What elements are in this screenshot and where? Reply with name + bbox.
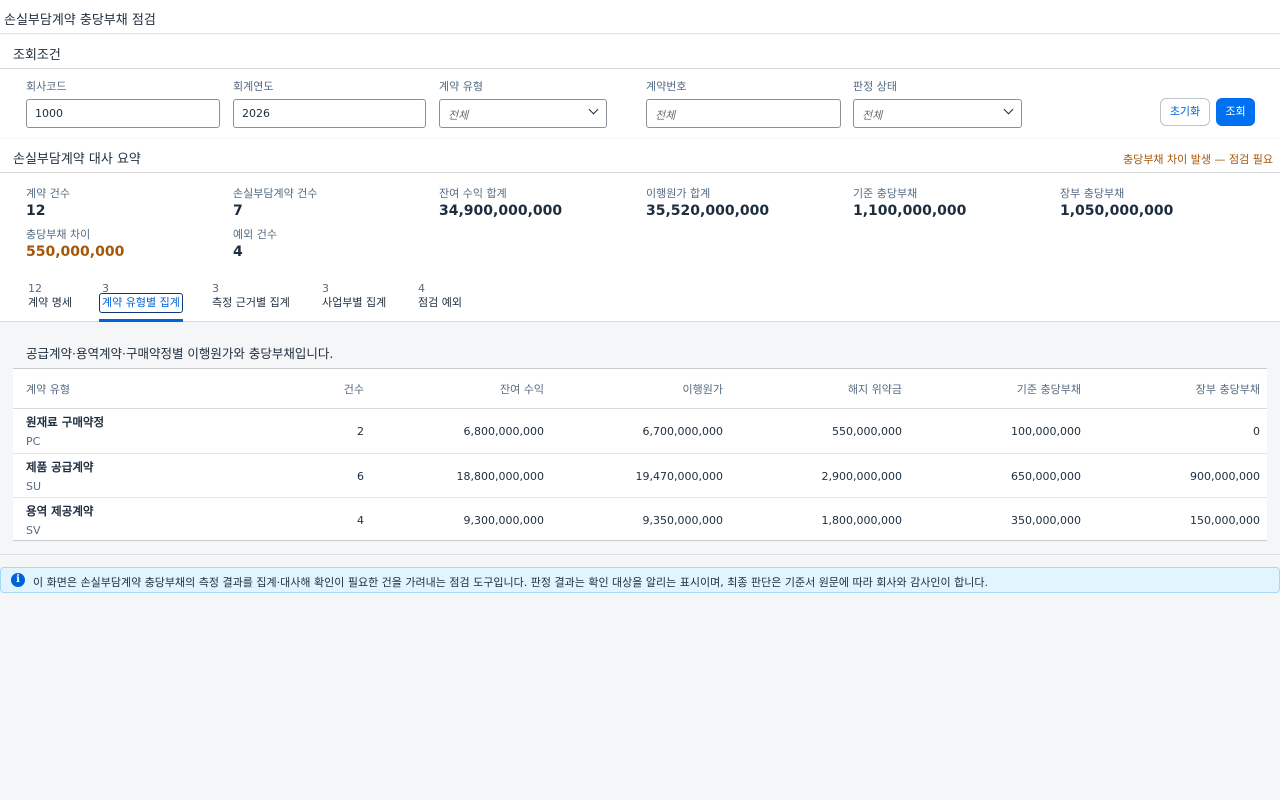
kpi-value-contract-count: 12 — [26, 203, 46, 219]
cell-count: 2 — [357, 425, 364, 438]
contract-type-value: 전체 — [448, 109, 469, 122]
tab-description: 공급계약·용역계약·구매약정별 이행원가와 충당부채입니다. — [26, 346, 334, 361]
filter-title: 조회조건 — [13, 48, 61, 63]
filter-panel: 조회조건 회사코드 1000 회계연도 2026 계약 유형 전체 계약번호 전… — [0, 35, 1280, 138]
cell-cost: 19,470,000,000 — [635, 470, 723, 483]
section-divider — [0, 554, 1280, 555]
kpi-label-fulfilment-cost: 이행원가 합계 — [646, 187, 711, 200]
row-type-name: 용역 제공계약 — [26, 504, 94, 518]
column-header-std-provision: 기준 충당부채 — [1016, 383, 1081, 396]
cell-book-provision: 0 — [1253, 425, 1260, 438]
tab-by-contract-type[interactable]: 3 계약 유형별 집계 — [99, 282, 183, 322]
row-type-code: PC — [26, 435, 41, 448]
kpi-value-remaining-revenue: 34,900,000,000 — [439, 203, 563, 219]
cell-std-provision: 650,000,000 — [1011, 470, 1081, 483]
kpi-value-fulfilment-cost: 35,520,000,000 — [646, 203, 770, 219]
cell-penalty: 2,900,000,000 — [821, 470, 902, 483]
table-row[interactable]: 제품 공급계약 SU 6 18,800,000,000 19,470,000,0… — [13, 453, 1267, 497]
contract-type-select[interactable]: 전체 — [439, 99, 607, 128]
chevron-down-icon — [1003, 104, 1014, 115]
cell-book-provision: 900,000,000 — [1190, 470, 1260, 483]
chevron-down-icon — [588, 104, 599, 115]
tab-count: 3 — [212, 282, 219, 295]
judgment-status-value: 전체 — [862, 109, 883, 122]
kpi-value-onerous-count: 7 — [233, 203, 243, 219]
contract-no-input[interactable]: 전체 — [646, 99, 841, 128]
tab-exceptions[interactable]: 4 점검 예외 — [418, 282, 462, 311]
reset-button[interactable]: 초기화 — [1160, 98, 1210, 126]
info-message-text: 이 화면은 손실부담계약 충당부채의 측정 결과를 집계·대사해 확인이 필요한… — [33, 576, 988, 589]
cell-cost: 9,350,000,000 — [642, 514, 723, 527]
company-code-input[interactable]: 1000 — [26, 99, 220, 128]
kpi-value-standard-provision: 1,100,000,000 — [853, 203, 967, 219]
column-header-cost: 이행원가 — [682, 383, 723, 396]
judgment-status-label: 판정 상태 — [853, 80, 897, 93]
summary-title: 손실부담계약 대사 요약 — [13, 152, 141, 167]
tab-contract-detail[interactable]: 12 계약 명세 — [28, 282, 72, 311]
summary-header: 손실부담계약 대사 요약 충당부채 차이 발생 — 점검 필요 — [0, 139, 1280, 173]
cell-count: 4 — [357, 514, 364, 527]
tab-label: 계약 명세 — [28, 296, 72, 309]
cell-std-provision: 100,000,000 — [1011, 425, 1081, 438]
column-header-count: 건수 — [343, 383, 364, 396]
tab-count: 12 — [28, 282, 42, 295]
contract-type-label: 계약 유형 — [439, 80, 483, 93]
kpi-label-onerous-count: 손실부담계약 건수 — [233, 187, 318, 200]
kpi-value-book-provision: 1,050,000,000 — [1060, 203, 1174, 219]
contract-no-label: 계약번호 — [646, 80, 687, 93]
kpi-label-provision-gap: 충당부채 차이 — [26, 228, 91, 241]
cell-penalty: 550,000,000 — [832, 425, 902, 438]
tab-bar: 12 계약 명세 3 계약 유형별 집계 3 측정 근거별 집계 3 사업부별 … — [0, 272, 1280, 322]
cell-book-provision: 150,000,000 — [1190, 514, 1260, 527]
tab-count: 4 — [418, 282, 425, 295]
page-title: 손실부담계약 충당부채 점검 — [4, 13, 156, 28]
filter-header: 조회조건 — [0, 35, 1280, 69]
tab-by-measurement-basis[interactable]: 3 측정 근거별 집계 — [212, 282, 290, 311]
fiscal-year-label: 회계연도 — [233, 80, 274, 93]
tab-label: 사업부별 집계 — [322, 296, 387, 309]
cell-std-provision: 350,000,000 — [1011, 514, 1081, 527]
kpi-value-provision-gap: 550,000,000 — [26, 244, 125, 260]
kpi-label-exception-count: 예외 건수 — [233, 228, 277, 241]
search-button[interactable]: 조회 — [1216, 98, 1255, 126]
cell-penalty: 1,800,000,000 — [821, 514, 902, 527]
row-type-name: 제품 공급계약 — [26, 460, 94, 474]
judgment-status-select[interactable]: 전체 — [853, 99, 1022, 128]
cell-cost: 6,700,000,000 — [642, 425, 723, 438]
info-icon: i — [11, 573, 25, 587]
tab-label: 측정 근거별 집계 — [212, 296, 290, 309]
tab-active-indicator — [99, 319, 183, 322]
contract-type-table: 계약 유형 건수 잔여 수익 이행원가 해지 위약금 기준 충당부채 장부 충당… — [13, 368, 1267, 541]
summary-panel: 손실부담계약 대사 요약 충당부채 차이 발생 — 점검 필요 계약 건수 12… — [0, 139, 1280, 272]
kpi-value-exception-count: 4 — [233, 244, 243, 260]
cell-count: 6 — [357, 470, 364, 483]
column-header-penalty: 해지 위약금 — [847, 383, 902, 396]
column-header-revenue: 잔여 수익 — [500, 383, 544, 396]
kpi-label-remaining-revenue: 잔여 수익 합계 — [439, 187, 507, 200]
cell-revenue: 6,800,000,000 — [463, 425, 544, 438]
cell-revenue: 9,300,000,000 — [463, 514, 544, 527]
provision-gap-alert: 충당부채 차이 발생 — 점검 필요 — [1123, 153, 1273, 166]
fiscal-year-input[interactable]: 2026 — [233, 99, 426, 128]
kpi-label-standard-provision: 기준 충당부채 — [853, 187, 918, 200]
cell-revenue: 18,800,000,000 — [456, 470, 544, 483]
column-header-type: 계약 유형 — [26, 383, 70, 396]
tab-by-division[interactable]: 3 사업부별 집계 — [322, 282, 386, 311]
app-header: 손실부담계약 충당부채 점검 — [0, 0, 1280, 34]
tab-label: 점검 예외 — [418, 296, 462, 309]
kpi-label-contract-count: 계약 건수 — [26, 187, 70, 200]
tab-focus-ring — [99, 293, 183, 313]
company-code-label: 회사코드 — [26, 80, 67, 93]
kpi-label-book-provision: 장부 충당부채 — [1060, 187, 1125, 200]
info-message-strip: i 이 화면은 손실부담계약 충당부채의 측정 결과를 집계·대사해 확인이 필… — [0, 567, 1280, 593]
table-row[interactable]: 원재료 구매약정 PC 2 6,800,000,000 6,700,000,00… — [13, 409, 1267, 453]
tab-count: 3 — [322, 282, 329, 295]
row-type-code: SU — [26, 480, 42, 493]
table-row[interactable]: 용역 제공계약 SV 4 9,300,000,000 9,350,000,000… — [13, 497, 1267, 541]
row-type-code: SV — [26, 524, 41, 537]
row-type-name: 원재료 구매약정 — [26, 415, 105, 429]
column-header-book-provision: 장부 충당부채 — [1195, 383, 1260, 396]
